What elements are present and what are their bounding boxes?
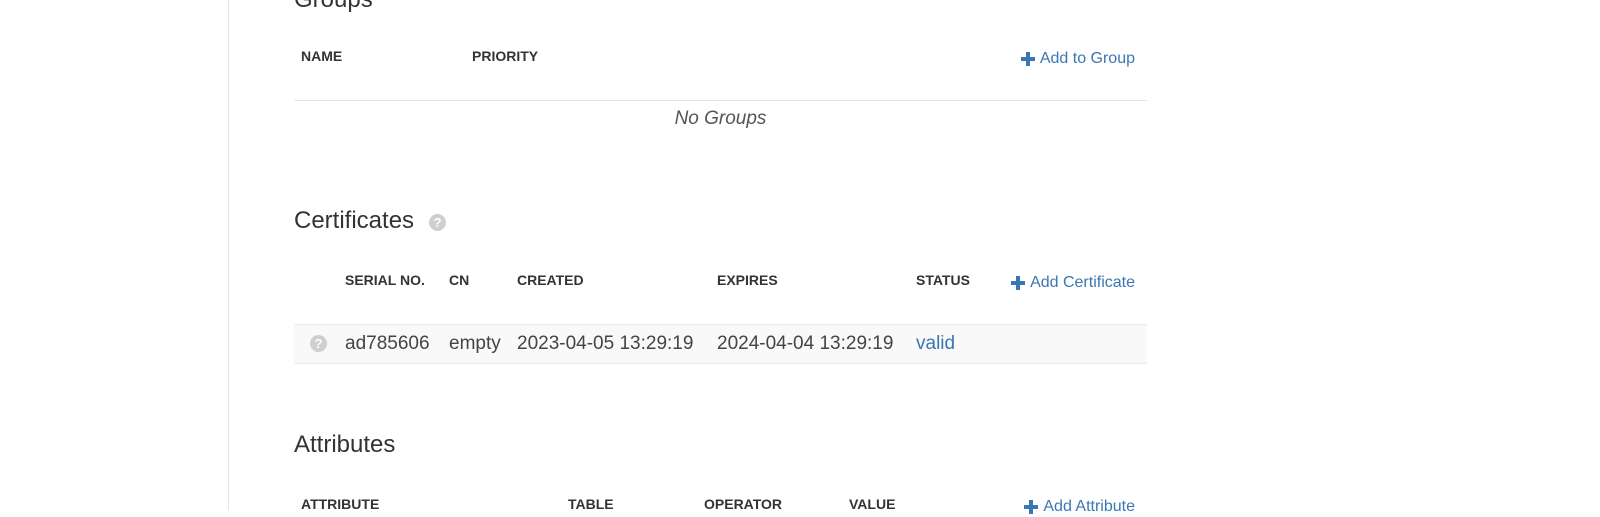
- certificates-col-serial: SERIAL NO.: [345, 272, 425, 288]
- groups-col-name: NAME: [301, 48, 343, 64]
- certificate-expires: 2024-04-04 13:29:19: [717, 333, 894, 354]
- attributes-title: Attributes: [294, 431, 396, 458]
- certificates-col-expires: EXPIRES: [717, 272, 778, 288]
- certificates-heading: Certificates ?: [294, 207, 447, 235]
- plus-icon: [1011, 276, 1026, 290]
- certificate-created: 2023-04-05 13:29:19: [517, 333, 694, 354]
- question-circle-icon[interactable]: ?: [429, 213, 447, 231]
- add-to-group-link[interactable]: Add to Group: [1020, 49, 1135, 69]
- add-to-group-label: Add to Group: [1039, 50, 1135, 67]
- add-certificate-link[interactable]: Add Certificate: [1011, 273, 1135, 293]
- certificates-title: Certificates: [294, 207, 415, 234]
- groups-header-rule: [294, 100, 1147, 101]
- certificate-cn: empty: [449, 333, 501, 354]
- question-circle-icon[interactable]: ?: [310, 335, 327, 352]
- sidebar-divider: [228, 0, 229, 510]
- groups-empty-message: No Groups: [674, 108, 767, 129]
- add-attribute-label: Add Attribute: [1043, 498, 1135, 515]
- table-row: ? ad785606 empty 2023-04-05 13:29:19 202…: [294, 324, 1147, 364]
- add-attribute-link[interactable]: Add Attribute: [1024, 497, 1135, 517]
- groups-title: Groups: [294, 0, 373, 14]
- certificate-status-link[interactable]: valid: [916, 325, 955, 363]
- plus-icon: [1020, 52, 1035, 66]
- add-certificate-label: Add Certificate: [1030, 274, 1135, 291]
- certificates-col-cn: CN: [449, 272, 470, 288]
- certificates-col-created: CREATED: [517, 272, 584, 288]
- main-content: Groups NAME PRIORITY Add to Group No Gro…: [294, 0, 1147, 515]
- certificate-serial: ad785606: [345, 333, 430, 354]
- plus-icon: [1024, 500, 1039, 514]
- certificates-col-status: STATUS: [916, 272, 970, 288]
- groups-col-priority: PRIORITY: [472, 48, 539, 64]
